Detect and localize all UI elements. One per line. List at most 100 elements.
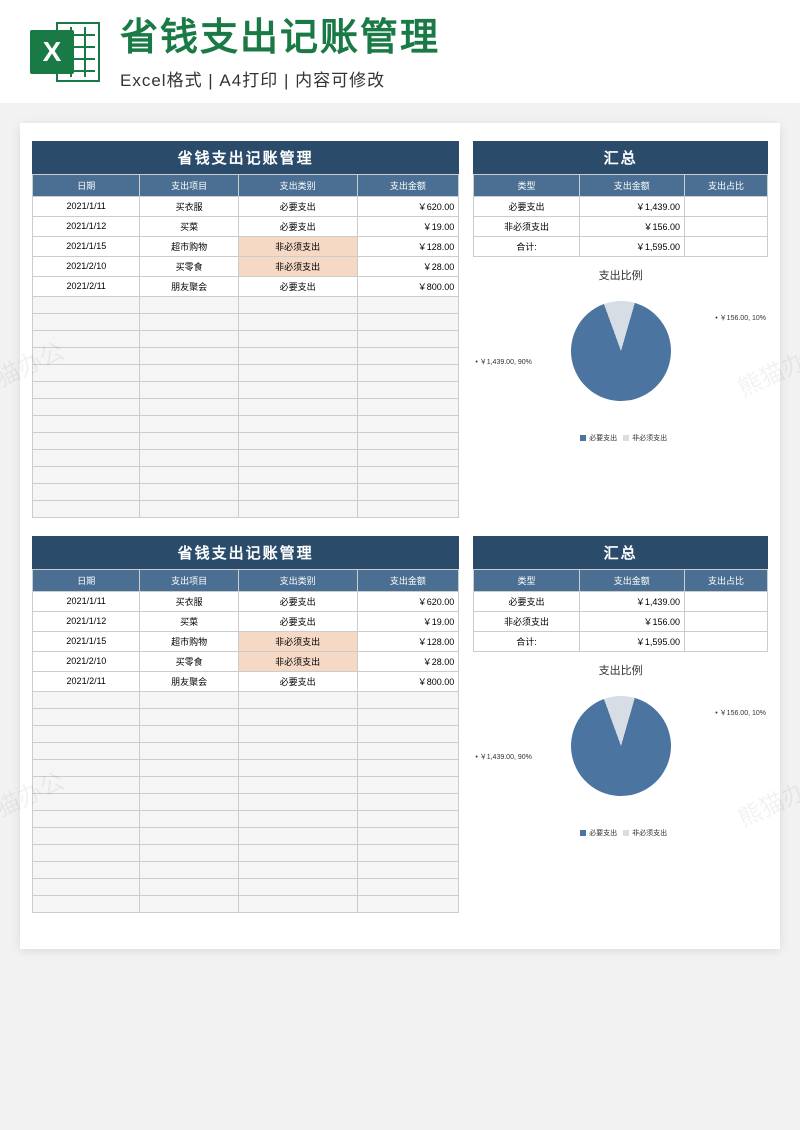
table-cell: 2021/1/11 bbox=[33, 196, 140, 216]
table-cell-empty bbox=[33, 398, 140, 415]
table-cell: 2021/2/11 bbox=[33, 276, 140, 296]
table-cell-empty bbox=[140, 313, 238, 330]
table-row: 2021/1/15超市购物非必须支出￥128.00 bbox=[33, 236, 459, 256]
pie-label-main: • ￥1,439.00, 90% bbox=[475, 359, 532, 367]
sheet-instance-2: 省钱支出记账管理日期支出项目支出类别支出金额2021/1/11买衣服必要支出￥6… bbox=[32, 536, 768, 913]
table-cell-empty bbox=[357, 810, 459, 827]
table-cell-empty bbox=[238, 432, 357, 449]
table-cell-empty bbox=[140, 759, 238, 776]
table-row-empty bbox=[33, 861, 459, 878]
table-row-empty bbox=[33, 313, 459, 330]
table-cell: 2021/1/12 bbox=[33, 216, 140, 236]
expense-table: 日期支出项目支出类别支出金额2021/1/11买衣服必要支出￥620.00202… bbox=[32, 174, 459, 518]
table-cell-empty bbox=[33, 776, 140, 793]
table-row: 非必须支出￥156.00 bbox=[474, 216, 768, 236]
summary-header-cell: 类型 bbox=[474, 569, 579, 591]
table-cell-empty bbox=[357, 500, 459, 517]
table-cell-empty bbox=[33, 725, 140, 742]
table-row: 2021/1/12买菜必要支出￥19.00 bbox=[33, 216, 459, 236]
table-cell-empty bbox=[33, 691, 140, 708]
table-row-empty bbox=[33, 691, 459, 708]
expense-header-cell: 支出类别 bbox=[238, 174, 357, 196]
table-row-empty bbox=[33, 742, 459, 759]
table-cell-empty bbox=[238, 861, 357, 878]
table-cell-empty bbox=[140, 725, 238, 742]
table-cell-empty bbox=[33, 759, 140, 776]
table-cell-empty bbox=[238, 313, 357, 330]
summary-header-cell: 支出金额 bbox=[579, 569, 684, 591]
table-cell-empty bbox=[238, 500, 357, 517]
table-cell-empty bbox=[140, 861, 238, 878]
table-cell-empty bbox=[238, 330, 357, 347]
expense-header-cell: 支出金额 bbox=[357, 569, 459, 591]
chart-title: 支出比例 bbox=[473, 662, 768, 678]
table-cell-empty bbox=[357, 708, 459, 725]
expense-header-cell: 支出类别 bbox=[238, 569, 357, 591]
table-cell-empty bbox=[140, 776, 238, 793]
table-cell-empty bbox=[140, 381, 238, 398]
table-cell-empty bbox=[238, 381, 357, 398]
table-cell-empty bbox=[357, 432, 459, 449]
table-cell-empty bbox=[238, 742, 357, 759]
summary-panel: 汇总类型支出金额支出占比必要支出￥1,439.00非必须支出￥156.00合计:… bbox=[473, 141, 768, 518]
table-row-empty bbox=[33, 398, 459, 415]
table-cell-empty bbox=[238, 449, 357, 466]
table-cell-empty bbox=[33, 708, 140, 725]
table-cell-empty bbox=[140, 364, 238, 381]
table-cell-empty bbox=[140, 895, 238, 912]
table-cell-empty bbox=[140, 483, 238, 500]
table-cell-empty bbox=[357, 296, 459, 313]
table-cell-empty bbox=[357, 466, 459, 483]
table-cell: ￥28.00 bbox=[357, 651, 459, 671]
table-cell: 2021/1/15 bbox=[33, 236, 140, 256]
table-row-empty bbox=[33, 708, 459, 725]
table-cell-empty bbox=[33, 810, 140, 827]
table-cell: 买菜 bbox=[140, 611, 238, 631]
table-cell-empty bbox=[357, 793, 459, 810]
table-cell: 买衣服 bbox=[140, 196, 238, 216]
table-row-empty bbox=[33, 347, 459, 364]
expense-table: 日期支出项目支出类别支出金额2021/1/11买衣服必要支出￥620.00202… bbox=[32, 569, 459, 913]
table-cell: 买零食 bbox=[140, 651, 238, 671]
table-cell-empty bbox=[357, 398, 459, 415]
table-cell: ￥1,595.00 bbox=[579, 236, 684, 256]
table-row-empty bbox=[33, 449, 459, 466]
table-cell: 必要支出 bbox=[238, 276, 357, 296]
table-row-empty bbox=[33, 827, 459, 844]
table-row-empty bbox=[33, 330, 459, 347]
table-row-empty bbox=[33, 432, 459, 449]
table-cell: ￥620.00 bbox=[357, 591, 459, 611]
table-cell-empty bbox=[33, 313, 140, 330]
table-cell-empty bbox=[140, 810, 238, 827]
table-cell bbox=[684, 631, 767, 651]
table-row-empty bbox=[33, 725, 459, 742]
table-cell: 必要支出 bbox=[474, 196, 579, 216]
table-row-empty bbox=[33, 415, 459, 432]
table-cell: 非必须支出 bbox=[238, 256, 357, 276]
table-cell: 必要支出 bbox=[238, 671, 357, 691]
table-cell-empty bbox=[238, 895, 357, 912]
table-cell-empty bbox=[357, 878, 459, 895]
table-cell: ￥156.00 bbox=[579, 216, 684, 236]
table-cell: 非必须支出 bbox=[238, 236, 357, 256]
table-cell-empty bbox=[357, 776, 459, 793]
table-cell: ￥1,439.00 bbox=[579, 196, 684, 216]
table-cell-empty bbox=[238, 844, 357, 861]
table-cell-empty bbox=[33, 449, 140, 466]
table-row-empty bbox=[33, 810, 459, 827]
table-cell-empty bbox=[33, 432, 140, 449]
table-cell: ￥19.00 bbox=[357, 216, 459, 236]
expense-panel-title: 省钱支出记账管理 bbox=[32, 536, 459, 569]
table-cell: ￥800.00 bbox=[357, 276, 459, 296]
pie-label-main: • ￥1,439.00, 90% bbox=[475, 754, 532, 762]
summary-header-cell: 支出占比 bbox=[684, 569, 767, 591]
table-cell-empty bbox=[140, 466, 238, 483]
table-cell-empty bbox=[140, 347, 238, 364]
table-cell-empty bbox=[33, 415, 140, 432]
table-cell bbox=[684, 591, 767, 611]
table-row: 2021/2/10买零食非必须支出￥28.00 bbox=[33, 256, 459, 276]
table-cell: 朋友聚会 bbox=[140, 276, 238, 296]
table-cell-empty bbox=[33, 844, 140, 861]
table-cell: 必要支出 bbox=[238, 196, 357, 216]
table-cell-empty bbox=[238, 415, 357, 432]
